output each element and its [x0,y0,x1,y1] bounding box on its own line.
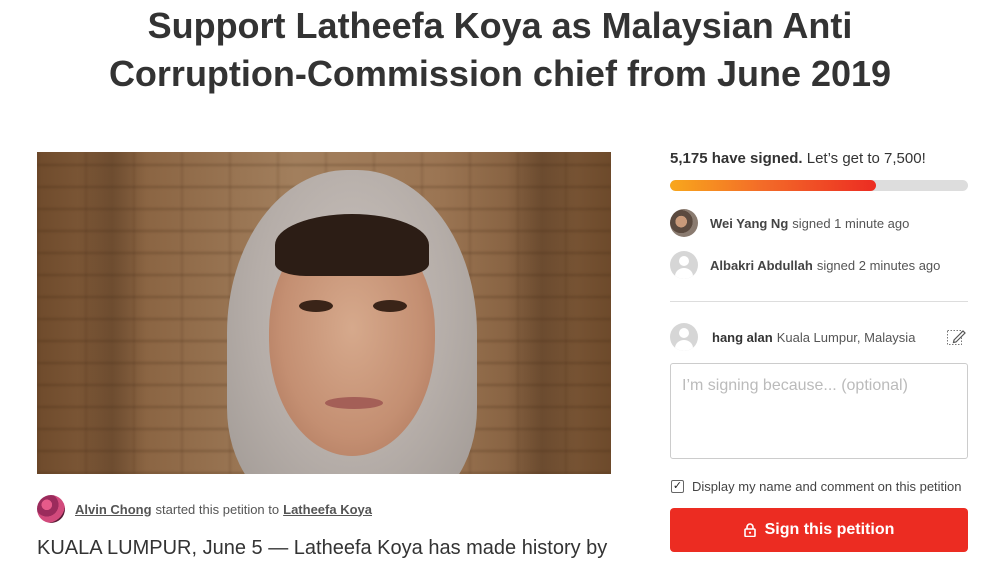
divider [670,301,968,302]
recent-signer-time: signed 1 minute ago [792,215,910,231]
sign-petition-button[interactable]: Sign this petition [670,508,968,552]
avatar [670,209,698,237]
target-name-link[interactable]: Latheefa Koya [283,502,372,517]
recent-signer: Albakri Abdullah signed 2 minutes ago [670,251,968,279]
starter-name-link[interactable]: Alvin Chong [75,502,152,517]
recent-signer: Wei Yang Ng signed 1 minute ago [670,209,968,237]
lock-icon [743,523,756,537]
petition-lead-text: KUALA LUMPUR, June 5 — Latheefa Koya has… [37,537,608,559]
avatar [670,323,698,351]
display-name-checkbox[interactable]: ✓ [671,480,684,493]
petition-title-line-1: Support Latheefa Koya as Malaysian Anti [147,5,853,46]
sign-petition-label: Sign this petition [764,521,895,538]
signature-progress-bar [670,180,968,191]
current-user: hang alan Kuala Lumpur, Malaysia [670,322,968,352]
starter-avatar [37,495,65,523]
signature-progress-fill [670,180,876,191]
petition-title: Support Latheefa Koya as Malaysian Anti … [20,2,980,98]
petition-title-line-2: Corruption-Commission chief from June 20… [108,53,892,94]
display-name-label: Display my name and comment on this peti… [692,479,962,494]
starter-text: started this petition to [155,501,280,517]
current-user-name: hang alan [712,329,773,345]
current-user-location: Kuala Lumpur, Malaysia [776,329,916,345]
reason-textarea[interactable] [670,363,968,459]
recent-signer-name: Wei Yang Ng [710,215,789,231]
recent-signer-name: Albakri Abdullah [710,257,813,273]
signature-count-number: 5,175 have signed. [670,150,803,167]
signature-goal: Let’s get to 7,500! [806,150,926,167]
avatar [670,251,698,279]
petition-photo [37,152,611,474]
recent-signer-time: signed 2 minutes ago [816,257,941,273]
edit-icon[interactable] [946,327,966,347]
display-name-checkbox-row[interactable]: ✓ Display my name and comment on this pe… [670,479,968,494]
sign-panel: 5,175 have signed. Let’s get to 7,500! W… [670,150,968,552]
petition-starter: Alvin Chong started this petition to Lat… [37,495,372,523]
signature-count: 5,175 have signed. Let’s get to 7,500! [670,150,968,167]
